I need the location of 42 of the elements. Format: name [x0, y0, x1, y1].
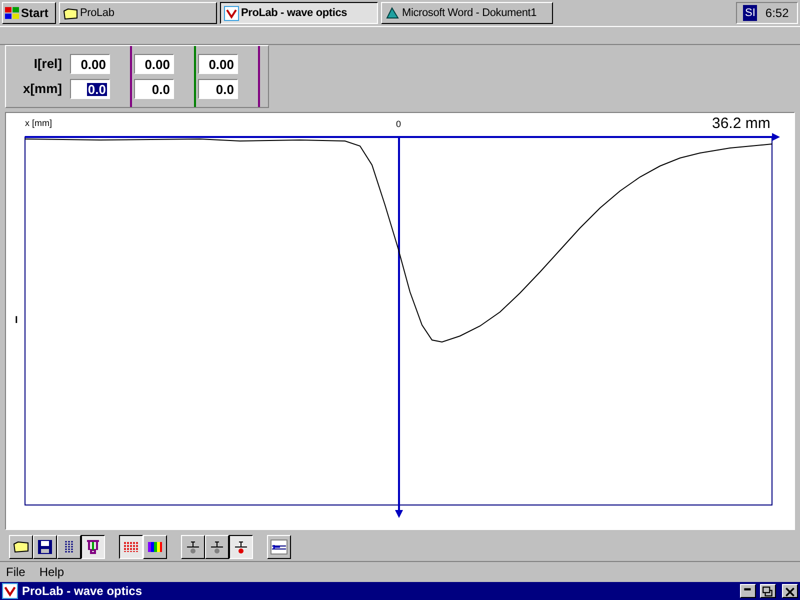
zero-label: 0: [396, 120, 402, 129]
floppy-button[interactable]: [33, 534, 57, 558]
app-icon: [224, 6, 239, 20]
value-field[interactable]: 0.0: [198, 79, 238, 99]
folder-button[interactable]: [9, 534, 33, 558]
marker-button[interactable]: [267, 534, 291, 558]
menu-item[interactable]: File: [6, 563, 26, 581]
app-icon: [2, 583, 18, 599]
value-field[interactable]: 0.0: [134, 79, 174, 99]
taskbar-button[interactable]: ProLab: [59, 2, 217, 24]
value-field[interactable]: 0.00: [198, 54, 238, 74]
language-indicator[interactable]: SI: [743, 5, 758, 21]
taskbar-button[interactable]: ProLab - wave optics: [220, 2, 378, 24]
window-title: ProLab - wave optics: [22, 585, 142, 597]
y-axis-label: I: [15, 316, 18, 326]
probe-button[interactable]: [229, 534, 253, 558]
x-axis-label: x [mm]: [25, 119, 52, 128]
menu-item[interactable]: Help: [39, 563, 64, 581]
row-label: x[mm]: [22, 80, 62, 98]
restore-button[interactable]: [760, 584, 776, 598]
row-label: I[rel]: [34, 55, 62, 74]
bars-button[interactable]: [119, 534, 143, 558]
floppy-icon: [36, 538, 54, 556]
clock: 6:52: [765, 5, 789, 22]
minimize-button[interactable]: [740, 584, 756, 598]
spectrum-button[interactable]: [143, 534, 167, 558]
taskbar-button[interactable]: Microsoft Word - Dokument1: [381, 2, 553, 24]
windows-logo-icon: [5, 7, 19, 19]
value-field[interactable]: 0.0: [70, 79, 110, 99]
marker-icon: [270, 538, 288, 556]
restore-icon: [762, 586, 774, 596]
folder-icon: [63, 6, 78, 20]
stand-icon: [84, 538, 102, 556]
range-label: 36.2 mm: [712, 116, 770, 131]
document-icon: [385, 6, 400, 20]
list-button[interactable]: [57, 534, 81, 558]
stand-button[interactable]: [81, 534, 105, 558]
start-button[interactable]: Start: [2, 2, 56, 24]
close-button[interactable]: [782, 584, 798, 598]
value-field[interactable]: 0.00: [70, 54, 110, 74]
value-field[interactable]: 0.00: [134, 54, 174, 74]
close-icon: [784, 586, 796, 596]
